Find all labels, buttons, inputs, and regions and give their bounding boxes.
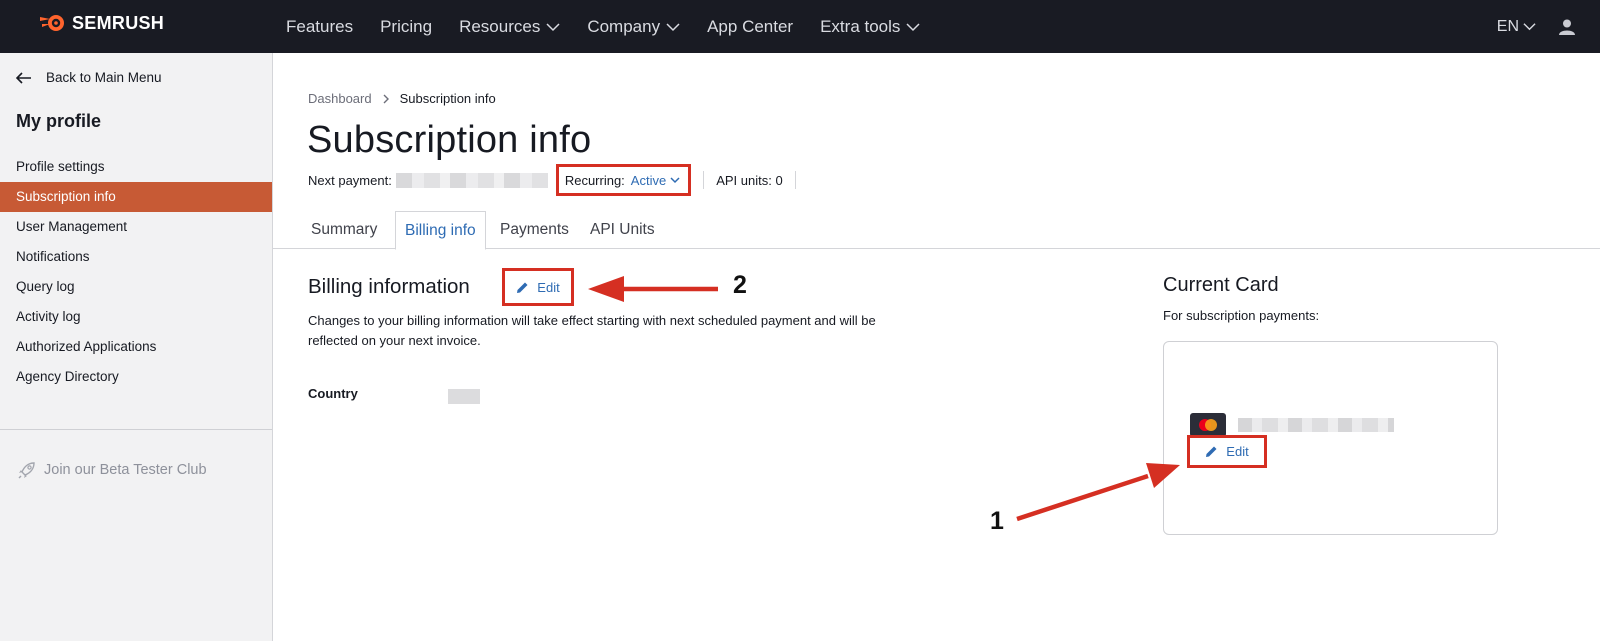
back-label: Back to Main Menu — [46, 70, 162, 85]
semrush-flame-icon — [40, 15, 64, 31]
country-value-redacted — [448, 389, 480, 404]
pencil-icon — [1206, 446, 1217, 457]
nav-app-center-label: App Center — [707, 16, 794, 36]
chevron-down-icon — [906, 22, 920, 31]
nav-pricing[interactable]: Pricing — [380, 17, 432, 37]
billing-information-title: Billing information — [308, 275, 470, 298]
semrush-logo[interactable]: SEMRUSH — [38, 12, 164, 34]
nav-pricing-label: Pricing — [380, 16, 433, 36]
breadcrumb: Dashboard Subscription info — [308, 91, 496, 106]
sidebar-section-title: My profile — [16, 111, 102, 131]
breadcrumb-dashboard-link[interactable]: Dashboard — [308, 91, 372, 106]
sidebar-item-notifications[interactable]: Notifications — [0, 242, 272, 272]
chevron-down-icon — [670, 177, 680, 184]
annotation-number-1: 1 — [990, 507, 1004, 535]
card-edit-button[interactable]: Edit — [1187, 435, 1267, 468]
api-units-label: API units: 0 — [716, 172, 783, 188]
chevron-down-icon — [1523, 23, 1536, 31]
nav-resources-label: Resources — [459, 16, 541, 36]
billing-edit-button[interactable]: Edit — [502, 268, 574, 306]
top-navigation-bar: SEMRUSH Features Pricing Resources Compa… — [0, 0, 1600, 53]
nav-app-center[interactable]: App Center — [707, 17, 793, 37]
tab-api-units[interactable]: API Units — [581, 211, 664, 249]
sidebar-divider — [0, 429, 272, 430]
brand-name: SEMRUSH — [72, 12, 165, 33]
beta-tester-club-link[interactable]: Join our Beta Tester Club — [18, 461, 207, 479]
next-payment-value-redacted — [395, 172, 548, 188]
meta-divider — [703, 171, 705, 189]
sidebar-item-agency-directory[interactable]: Agency Directory — [0, 362, 272, 392]
subscription-tabs: Summary Billing info Payments API Units — [273, 211, 1600, 250]
sidebar-item-query-log[interactable]: Query log — [0, 272, 272, 302]
tab-billing-info[interactable]: Billing info — [395, 211, 486, 250]
recurring-label: Recurring: — [564, 172, 625, 188]
language-selector[interactable]: EN — [1497, 18, 1536, 36]
back-to-main-menu-link[interactable]: Back to Main Menu — [16, 70, 162, 85]
language-label: EN — [1496, 17, 1519, 35]
meta-divider — [794, 171, 796, 189]
pencil-icon — [517, 282, 528, 293]
arrow-left-icon — [16, 71, 31, 84]
chevron-right-icon — [383, 94, 389, 103]
main-nav: Features Pricing Resources Company App C… — [286, 0, 947, 53]
annotation-number-2: 2 — [733, 271, 747, 299]
nav-features-label: Features — [286, 16, 354, 36]
profile-sidebar: Back to Main Menu My profile Profile set… — [0, 53, 273, 641]
sidebar-item-authorized-applications[interactable]: Authorized Applications — [0, 332, 272, 362]
card-number-redacted — [1238, 418, 1394, 432]
tab-payments[interactable]: Payments — [491, 211, 578, 249]
nav-right: EN — [1497, 0, 1576, 53]
billing-description: Changes to your billing information will… — [308, 313, 876, 348]
breadcrumb-current: Subscription info — [399, 91, 496, 106]
recurring-status-dropdown[interactable]: Recurring: Active — [555, 164, 692, 196]
nav-extra-tools-label: Extra tools — [820, 16, 901, 36]
nav-resources[interactable]: Resources — [459, 17, 560, 37]
mastercard-icon — [1190, 413, 1226, 437]
next-payment-label: Next payment: — [308, 172, 392, 188]
card-edit-label: Edit — [1226, 444, 1249, 459]
current-card-title: Current Card — [1163, 274, 1279, 296]
rocket-icon — [18, 462, 35, 479]
nav-features[interactable]: Features — [286, 17, 353, 37]
chevron-down-icon — [666, 22, 680, 31]
beta-label: Join our Beta Tester Club — [44, 462, 207, 478]
nav-extra-tools[interactable]: Extra tools — [820, 17, 920, 37]
sidebar-item-subscription-info[interactable]: Subscription info — [0, 182, 272, 212]
sidebar-menu: Profile settings Subscription info User … — [0, 152, 272, 392]
sidebar-item-user-management[interactable]: User Management — [0, 212, 272, 242]
page-title: Subscription info — [307, 119, 592, 161]
current-card-subtitle: For subscription payments: — [1163, 308, 1320, 323]
chevron-down-icon — [546, 22, 560, 31]
subscription-meta-row: Next payment: Recurring: Active API unit… — [308, 164, 808, 196]
main-content: Dashboard Subscription info Subscription… — [273, 53, 1600, 641]
user-icon[interactable] — [1558, 18, 1576, 36]
sidebar-item-profile-settings[interactable]: Profile settings — [0, 152, 272, 182]
country-label: Country — [308, 386, 358, 401]
nav-company[interactable]: Company — [587, 17, 680, 37]
nav-company-label: Company — [587, 16, 661, 36]
tab-summary[interactable]: Summary — [302, 211, 386, 249]
billing-edit-label: Edit — [537, 279, 560, 295]
sidebar-item-activity-log[interactable]: Activity log — [0, 302, 272, 332]
recurring-value: Active — [630, 172, 667, 188]
